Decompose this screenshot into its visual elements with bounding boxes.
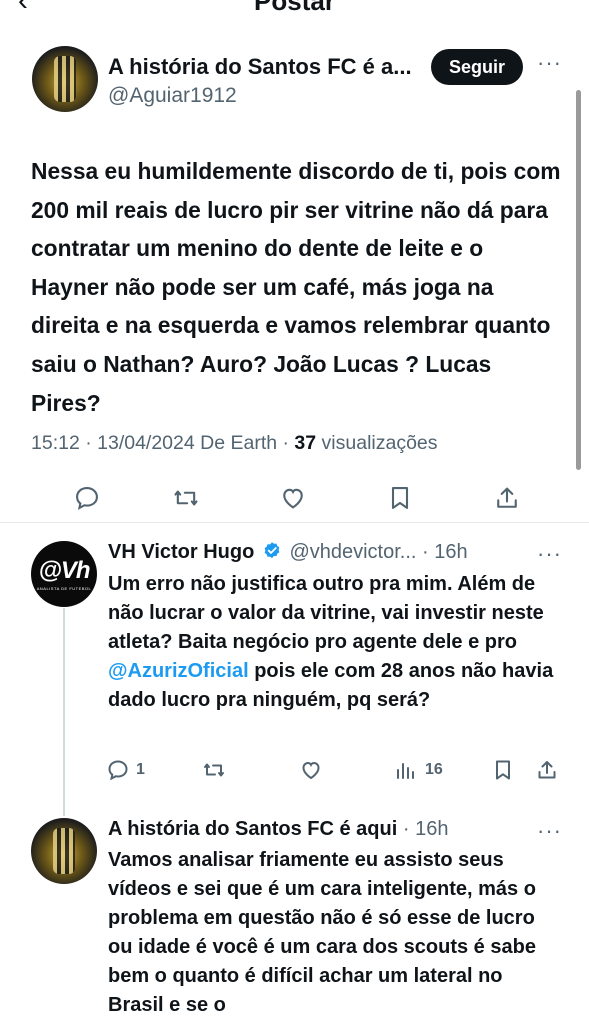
avatar-subtitle: ANALISTA DE FUTEBOL xyxy=(36,586,92,591)
thread-line xyxy=(63,608,65,816)
avatar[interactable] xyxy=(31,818,97,884)
top-bar: ‹ Postar xyxy=(0,0,589,18)
more-options-icon[interactable]: ··· xyxy=(537,541,562,567)
avatar[interactable]: @Vh ANALISTA DE FUTEBOL xyxy=(31,541,97,607)
author-name[interactable]: A história do Santos FC é a... xyxy=(108,54,420,80)
reply-icon[interactable] xyxy=(73,484,101,512)
mention-link[interactable]: @AzurizOficial xyxy=(108,660,249,682)
page-title: Postar xyxy=(254,0,335,16)
post-actions xyxy=(0,478,589,518)
share-icon[interactable] xyxy=(493,484,521,512)
retweet-icon[interactable] xyxy=(202,758,226,782)
reply-header: A história do Santos FC é aqui · 16h xyxy=(108,818,448,841)
reply-header: VH Victor Hugo @vhdevictor... · 16h xyxy=(108,541,468,564)
post-text: Nessa eu humildemente discordo de ti, po… xyxy=(31,158,561,416)
more-options-icon[interactable]: ··· xyxy=(537,50,562,76)
share-icon[interactable] xyxy=(535,758,559,782)
views-count: 16 xyxy=(425,761,443,778)
views-icon[interactable] xyxy=(394,758,418,782)
bookmark-icon[interactable] xyxy=(386,484,414,512)
author-handle[interactable]: @Aguiar1912 xyxy=(108,84,237,108)
reply-text: Um erro não justifica outro pra mim. Alé… xyxy=(108,570,558,715)
like-icon[interactable] xyxy=(279,484,307,512)
bookmark-icon[interactable] xyxy=(491,758,515,782)
avatar-logo: @Vh xyxy=(38,557,90,584)
verified-badge-icon xyxy=(264,542,280,559)
author-name[interactable]: A história do Santos FC é aqui xyxy=(108,818,397,840)
retweet-icon[interactable] xyxy=(172,484,200,512)
follow-button[interactable]: Seguir xyxy=(431,49,523,85)
post-meta: 15:12 · 13/04/2024 De Earth · 37 visuali… xyxy=(31,432,438,455)
divider xyxy=(0,522,589,523)
views-count: 37 xyxy=(294,432,317,454)
reply-text-part: Um erro não justifica outro pra mim. Alé… xyxy=(108,573,544,653)
more-options-icon[interactable]: ··· xyxy=(537,818,562,844)
views-label: visualizações xyxy=(316,432,438,454)
reply-time: · 16h xyxy=(416,541,468,563)
author-name[interactable]: VH Victor Hugo xyxy=(108,541,254,563)
reply-icon[interactable] xyxy=(106,758,130,782)
like-icon[interactable] xyxy=(299,758,323,782)
reply-time: · 16h xyxy=(397,818,449,840)
author-handle[interactable]: @vhdevictor... xyxy=(289,541,416,563)
post-timestamp: 15:12 · 13/04/2024 De Earth · xyxy=(31,432,295,454)
reply-count: 1 xyxy=(136,761,145,778)
reply-text: Vamos analisar friamente eu assisto seus… xyxy=(108,849,536,1016)
avatar[interactable] xyxy=(32,46,98,112)
scrollbar[interactable] xyxy=(576,90,581,470)
